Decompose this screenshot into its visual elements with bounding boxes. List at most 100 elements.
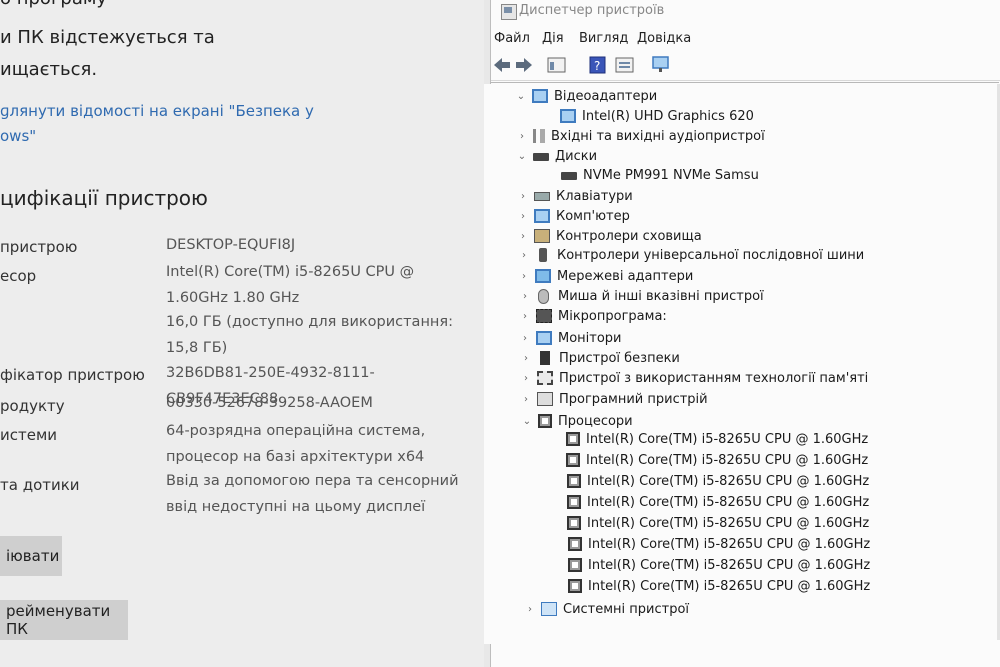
settings-about-panel: о програму и ПК відстежується та ищаєтьс… (0, 0, 488, 667)
tree-category-клавіатури[interactable]: › Клавіатури (516, 186, 633, 206)
expand-chevron-icon[interactable]: › (517, 271, 531, 282)
settings-header-line: о програму (0, 0, 107, 9)
tree-item-label: Пристрої безпеки (559, 350, 680, 366)
settings-header-line: и ПК відстежується та (0, 27, 215, 48)
tree-device-intel-r-core-tm-i5-8265u-cpu-1-60ghz[interactable]: Intel(R) Core(TM) i5-8265U CPU @ 1.60GHz (549, 513, 869, 533)
tree-category-системні-пристрої[interactable]: › Системні пристрої (523, 599, 689, 619)
memory-icon (537, 371, 553, 385)
tree-device-intel-r-core-tm-i5-8265u-cpu-1-60ghz[interactable]: Intel(R) Core(TM) i5-8265U CPU @ 1.60GHz (550, 534, 870, 554)
tree-category-пристрої-безпеки[interactable]: › Пристрої безпеки (519, 348, 680, 368)
tree-item-label: Комп'ютер (556, 208, 630, 224)
security-link[interactable]: ɡлянути відомості на екрані "Безпека у (0, 102, 314, 120)
tree-category-пристрої-з-використанням-технології-пам-яті[interactable]: › Пристрої з використанням технології пам… (519, 368, 868, 388)
tree-item-label: Мережеві адаптери (557, 268, 694, 284)
collapse-chevron-icon[interactable]: ⌄ (520, 416, 534, 427)
console-tree-icon[interactable] (547, 56, 567, 74)
spec-value: 64-розрядна операційна система, процесор… (166, 423, 426, 465)
expand-chevron-icon[interactable]: › (519, 353, 533, 364)
title-bar[interactable]: Диспетчер пристроїв (491, 0, 1000, 26)
tree-category-миша-й-інші-вказівні-пристрої[interactable]: › Миша й інші вказівні пристрої (518, 286, 764, 306)
tree-category-мережеві-адаптери[interactable]: › Мережеві адаптери (517, 266, 693, 286)
tree-category-монітори[interactable]: › Монітори (518, 328, 622, 348)
cpu-icon (568, 558, 582, 572)
system-icon (541, 602, 557, 616)
expand-chevron-icon[interactable]: › (516, 231, 530, 242)
tree-device-nvme-pm991-nvme-samsu[interactable]: NVMe PM991 NVMe Samsu (543, 165, 759, 185)
monitor-icon (534, 209, 550, 223)
expand-chevron-icon[interactable]: › (515, 131, 529, 142)
tree-device-intel-r-core-tm-i5-8265u-cpu-1-60ghz[interactable]: Intel(R) Core(TM) i5-8265U CPU @ 1.60GHz (549, 492, 869, 512)
expand-chevron-icon[interactable]: › (519, 394, 533, 405)
cpu-icon (538, 414, 552, 428)
tree-category-контролери-універсальної-послідовної-шини[interactable]: › Контролери універсальної послідовної ши… (517, 245, 864, 265)
spec-value: DESKTOP-EQUFI8J (166, 237, 296, 253)
tree-category-програмний-пристрій[interactable]: › Програмний пристрій (519, 389, 708, 409)
expand-chevron-icon[interactable]: › (518, 311, 532, 322)
tree-item-label: Системні пристрої (563, 601, 690, 617)
tree-device-intel-r-core-tm-i5-8265u-cpu-1-60ghz[interactable]: Intel(R) Core(TM) i5-8265U CPU @ 1.60GHz (548, 429, 868, 449)
cpu-icon (568, 579, 582, 593)
menu-action[interactable]: Дія (542, 31, 564, 46)
network-icon (535, 269, 551, 283)
tree-category-процесори[interactable]: ⌄ Процесори (520, 411, 633, 431)
scan-hardware-icon[interactable] (651, 56, 671, 74)
menu-bar: Файл Дія Вигляд Довідка (491, 28, 1000, 50)
tree-item-label: Пристрої з використанням технології пам'… (559, 370, 869, 386)
toolbar: ? (491, 52, 1000, 81)
usb-icon (539, 248, 547, 262)
tree-category-контролери-сховища[interactable]: › Контролери сховища (516, 226, 702, 246)
tree-item-label: Диски (555, 148, 598, 164)
speaker-icon (533, 129, 545, 143)
tree-device-intel-r-core-tm-i5-8265u-cpu-1-60ghz[interactable]: Intel(R) Core(TM) i5-8265U CPU @ 1.60GHz (548, 450, 868, 470)
expand-chevron-icon[interactable]: › (518, 333, 532, 344)
rename-pc-button[interactable]: реймeнувати ПК (0, 600, 128, 640)
tree-device-intel-r-uhd-graphics-620[interactable]: Intel(R) UHD Graphics 620 (542, 106, 754, 126)
menu-help[interactable]: Довідка (637, 31, 691, 46)
tree-category-мікропрограма[interactable]: › Мікропрограма: (518, 306, 667, 326)
expand-chevron-icon[interactable]: › (516, 211, 530, 222)
expand-chevron-icon[interactable]: › (523, 604, 537, 615)
spec-value: 16,0 ГБ (доступно для використання: 15,8… (166, 314, 454, 356)
tree-category-диски[interactable]: ⌄ Диски (515, 146, 597, 166)
spec-label: есор (0, 267, 37, 285)
tree-category-комп-ютер[interactable]: › Комп'ютер (516, 206, 630, 226)
forward-arrow-icon[interactable] (514, 56, 534, 74)
collapse-chevron-icon[interactable]: ⌄ (515, 151, 529, 162)
expand-chevron-icon[interactable]: › (519, 373, 533, 384)
keyboard-icon (534, 191, 550, 201)
menu-view[interactable]: Вигляд (579, 31, 628, 46)
expand-chevron-icon[interactable]: › (517, 250, 531, 261)
tree-category-вхідні-та-вихідні-аудіопристрої[interactable]: › Вхідні та вихідні аудіопристрої (515, 126, 765, 146)
tree-device-intel-r-core-tm-i5-8265u-cpu-1-60ghz[interactable]: Intel(R) Core(TM) i5-8265U CPU @ 1.60GHz (549, 471, 869, 491)
tree-device-intel-r-core-tm-i5-8265u-cpu-1-60ghz[interactable]: Intel(R) Core(TM) i5-8265U CPU @ 1.60GHz (550, 555, 870, 575)
cpu-icon (567, 495, 581, 509)
window-title: Диспетчер пристроїв (519, 3, 665, 18)
tree-category-відеоадаптери[interactable]: ⌄ Відеоадаптери (514, 86, 657, 106)
tree-item-label: Intel(R) Core(TM) i5-8265U CPU @ 1.60GHz (587, 473, 870, 489)
settings-header-line: ищається. (0, 59, 98, 80)
spec-value: Ввід за допомогою пера та сенсорний ввід… (166, 473, 459, 515)
device-manager-icon (501, 4, 517, 20)
mouse-icon (538, 288, 549, 304)
cpu-icon (568, 537, 582, 551)
tree-device-intel-r-core-tm-i5-8265u-cpu-1-60ghz[interactable]: Intel(R) Core(TM) i5-8265U CPU @ 1.60GHz (550, 576, 870, 596)
properties-icon[interactable] (615, 56, 635, 74)
tree-item-label: Клавіатури (556, 188, 633, 204)
monitor-icon (560, 109, 576, 123)
cpu-icon (566, 432, 580, 446)
chip-icon (536, 309, 552, 323)
tree-item-label: Intel(R) Core(TM) i5-8265U CPU @ 1.60GHz (586, 452, 869, 468)
tree-item-label: Intel(R) Core(TM) i5-8265U CPU @ 1.60GHz (587, 494, 870, 510)
expand-chevron-icon[interactable]: › (518, 291, 532, 302)
help-icon[interactable]: ? (589, 56, 607, 74)
collapse-chevron-icon[interactable]: ⌄ (514, 91, 528, 102)
tree-item-label: Intel(R) Core(TM) i5-8265U CPU @ 1.60GHz (588, 557, 871, 573)
menu-file[interactable]: Файл (494, 31, 530, 46)
spec-label: родукту (0, 397, 65, 415)
tree-item-label: Монітори (558, 330, 622, 346)
back-arrow-icon[interactable] (492, 56, 512, 74)
expand-chevron-icon[interactable]: › (516, 191, 530, 202)
copy-button[interactable]: іювати (0, 536, 62, 576)
security-link[interactable]: ows" (0, 127, 36, 145)
cpu-icon (567, 516, 581, 530)
